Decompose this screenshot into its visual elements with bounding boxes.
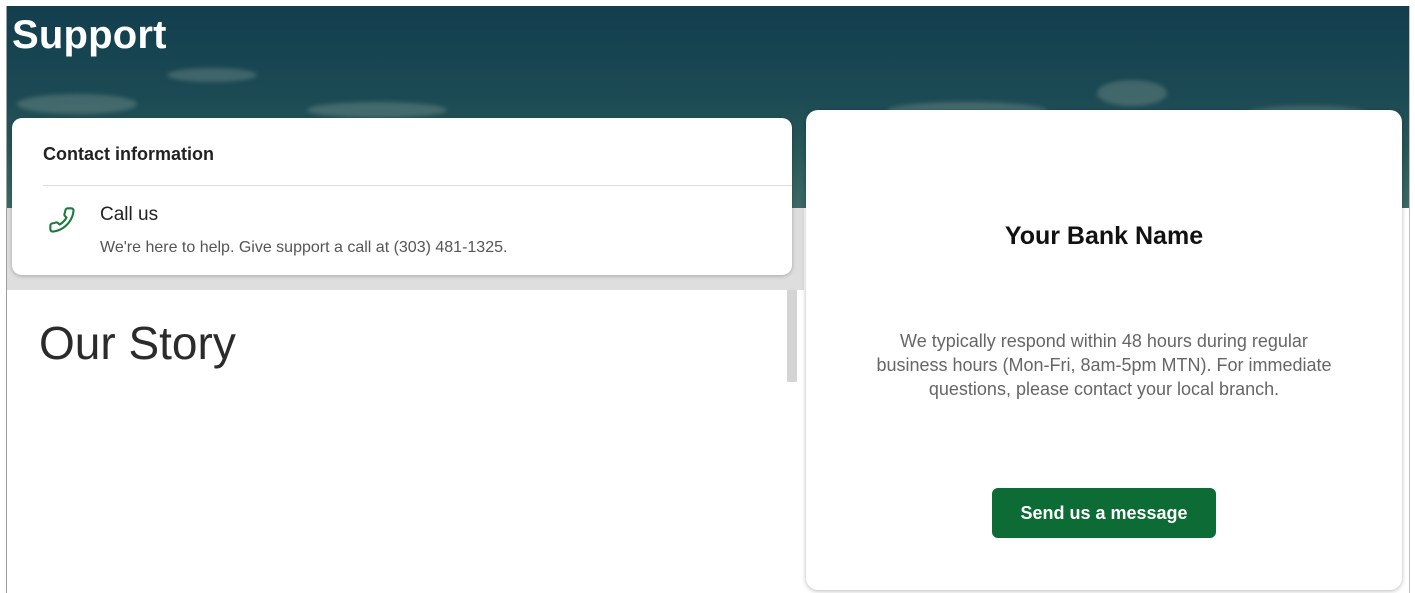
- call-us-description: We're here to help. Give support a call …: [100, 239, 508, 256]
- our-story-title: Our Story: [39, 317, 236, 369]
- send-message-button[interactable]: Send us a message: [992, 488, 1216, 538]
- page-frame: Support Contact information Call us We'r…: [6, 6, 1410, 593]
- bank-message-card: Your Bank Name We typically respond with…: [806, 110, 1402, 590]
- page-title: Support: [12, 13, 167, 57]
- contact-info-title: Contact information: [43, 144, 214, 164]
- call-us-link[interactable]: Call us: [100, 204, 158, 226]
- phone-icon: [49, 207, 75, 233]
- contact-info-card: Contact information Call us We're here t…: [12, 118, 792, 275]
- divider: [43, 185, 792, 186]
- our-story-section: Our Story: [7, 290, 787, 593]
- response-time-text: We typically respond within 48 hours dur…: [876, 331, 1332, 399]
- bank-name: Your Bank Name: [1004, 222, 1204, 250]
- scrollbar-thumb[interactable]: [787, 290, 797, 382]
